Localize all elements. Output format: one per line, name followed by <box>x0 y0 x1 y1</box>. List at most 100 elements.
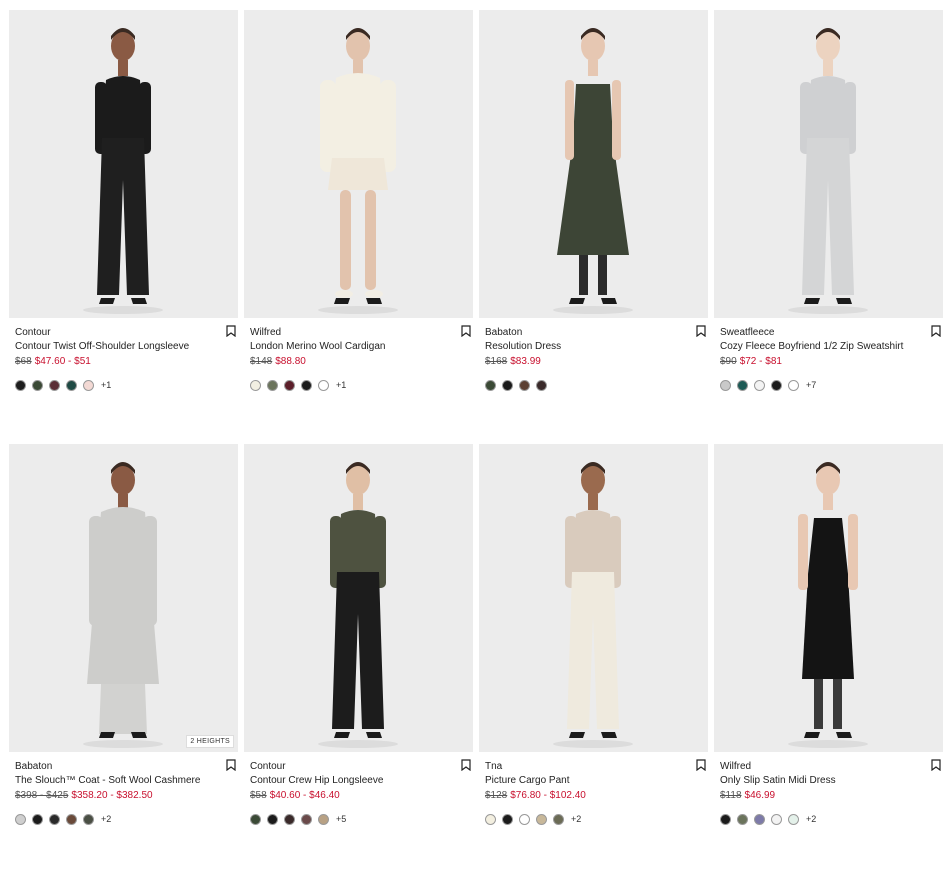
color-swatch[interactable] <box>485 379 496 391</box>
color-swatch[interactable] <box>301 813 312 825</box>
bookmark-icon[interactable] <box>931 325 941 337</box>
color-swatch[interactable] <box>49 813 60 825</box>
color-swatch[interactable] <box>250 379 261 391</box>
product-name[interactable]: Picture Cargo Pant <box>485 773 702 789</box>
color-swatch[interactable] <box>66 379 77 391</box>
more-colors-count[interactable]: +1 <box>336 380 346 390</box>
product-card[interactable]: Tna Picture Cargo Pant $128 $76.80 - $102… <box>479 444 708 874</box>
product-card[interactable]: 2 HEIGHTS Babaton The Slouch™ Coat - Sof… <box>9 444 238 874</box>
product-price: $58 $40.60 - $46.40 <box>250 789 467 803</box>
color-swatch[interactable] <box>318 379 329 391</box>
product-brand[interactable]: Babaton <box>15 760 232 773</box>
color-swatch[interactable] <box>788 813 799 825</box>
product-image[interactable] <box>9 10 238 318</box>
color-swatches: +2 <box>485 813 702 825</box>
color-swatch[interactable] <box>519 813 530 825</box>
more-colors-count[interactable]: +5 <box>336 814 346 824</box>
color-swatch[interactable] <box>485 813 496 825</box>
color-swatch[interactable] <box>66 813 77 825</box>
color-swatch[interactable] <box>771 813 782 825</box>
more-colors-count[interactable]: +2 <box>101 814 111 824</box>
color-swatch[interactable] <box>250 813 261 825</box>
more-colors-count[interactable]: +1 <box>101 380 111 390</box>
product-image[interactable]: 2 HEIGHTS <box>9 444 238 752</box>
bookmark-icon[interactable] <box>461 759 471 771</box>
product-card[interactable]: Sweatfleece Cozy Fleece Boyfriend 1/2 Zi… <box>714 10 943 440</box>
color-swatch[interactable] <box>536 813 547 825</box>
product-brand[interactable]: Sweatfleece <box>720 326 937 339</box>
color-swatch[interactable] <box>502 379 513 391</box>
product-image[interactable] <box>479 444 708 752</box>
color-swatch[interactable] <box>788 379 799 391</box>
product-image[interactable] <box>479 10 708 318</box>
product-card[interactable]: Wilfred Only Slip Satin Midi Dress $118 $… <box>714 444 943 874</box>
product-brand[interactable]: Contour <box>250 760 467 773</box>
product-card[interactable]: Contour Contour Twist Off-Shoulder Longs… <box>9 10 238 440</box>
color-swatch[interactable] <box>737 379 748 391</box>
sale-price: $72 - $81 <box>739 356 782 367</box>
color-swatch[interactable] <box>15 379 26 391</box>
color-swatch[interactable] <box>301 379 312 391</box>
original-price: $128 <box>485 790 508 801</box>
color-swatch[interactable] <box>502 813 513 825</box>
product-name[interactable]: Only Slip Satin Midi Dress <box>720 773 937 789</box>
color-swatch[interactable] <box>83 379 94 391</box>
more-colors-count[interactable]: +7 <box>806 380 816 390</box>
more-colors-count[interactable]: +2 <box>571 814 581 824</box>
product-name[interactable]: The Slouch™ Coat - Soft Wool Cashmere <box>15 773 232 789</box>
product-name[interactable]: Contour Crew Hip Longsleeve <box>250 773 467 789</box>
bookmark-icon[interactable] <box>226 759 236 771</box>
product-image[interactable] <box>244 10 473 318</box>
color-swatch[interactable] <box>284 379 295 391</box>
product-image[interactable] <box>714 10 943 318</box>
color-swatch[interactable] <box>267 379 278 391</box>
color-swatch[interactable] <box>754 813 765 825</box>
product-name[interactable]: London Merino Wool Cardigan <box>250 339 467 355</box>
bookmark-icon[interactable] <box>696 325 706 337</box>
color-swatch[interactable] <box>737 813 748 825</box>
product-card[interactable]: Wilfred London Merino Wool Cardigan $148… <box>244 10 473 440</box>
color-swatch[interactable] <box>32 379 43 391</box>
sale-price: $88.80 <box>275 356 306 367</box>
sale-price: $358.20 - $382.50 <box>71 790 153 801</box>
color-swatch[interactable] <box>32 813 43 825</box>
color-swatch[interactable] <box>15 813 26 825</box>
color-swatch[interactable] <box>720 813 731 825</box>
sale-price: $76.80 - $102.40 <box>510 790 586 801</box>
product-brand[interactable]: Tna <box>485 760 702 773</box>
color-swatch[interactable] <box>83 813 94 825</box>
color-swatch[interactable] <box>754 379 765 391</box>
bookmark-icon[interactable] <box>226 325 236 337</box>
color-swatch[interactable] <box>720 379 731 391</box>
product-card[interactable]: Babaton Resolution Dress $168 $83.99 <box>479 10 708 440</box>
bookmark-icon[interactable] <box>931 759 941 771</box>
color-swatch[interactable] <box>318 813 329 825</box>
product-price: $118 $46.99 <box>720 789 937 803</box>
product-image[interactable] <box>714 444 943 752</box>
color-swatch[interactable] <box>771 379 782 391</box>
color-swatch[interactable] <box>553 813 564 825</box>
product-info: Wilfred London Merino Wool Cardigan $148… <box>244 318 473 391</box>
product-price: $68 $47.60 - $51 <box>15 355 232 369</box>
product-brand[interactable]: Wilfred <box>720 760 937 773</box>
color-swatch[interactable] <box>284 813 295 825</box>
product-card[interactable]: Contour Contour Crew Hip Longsleeve $58 $… <box>244 444 473 874</box>
color-swatches: +7 <box>720 379 937 391</box>
product-name[interactable]: Contour Twist Off-Shoulder Longsleeve <box>15 339 232 355</box>
bookmark-icon[interactable] <box>461 325 471 337</box>
bookmark-icon[interactable] <box>696 759 706 771</box>
product-brand[interactable]: Contour <box>15 326 232 339</box>
color-swatch[interactable] <box>519 379 530 391</box>
product-info: Babaton Resolution Dress $168 $83.99 <box>479 318 708 391</box>
color-swatch[interactable] <box>536 379 547 391</box>
product-info: Wilfred Only Slip Satin Midi Dress $118 $… <box>714 752 943 825</box>
product-brand[interactable]: Babaton <box>485 326 702 339</box>
original-price: $168 <box>485 356 508 367</box>
color-swatch[interactable] <box>267 813 278 825</box>
product-image[interactable] <box>244 444 473 752</box>
more-colors-count[interactable]: +2 <box>806 814 816 824</box>
product-brand[interactable]: Wilfred <box>250 326 467 339</box>
color-swatch[interactable] <box>49 379 60 391</box>
product-name[interactable]: Cozy Fleece Boyfriend 1/2 Zip Sweatshirt <box>720 339 937 355</box>
product-name[interactable]: Resolution Dress <box>485 339 702 355</box>
